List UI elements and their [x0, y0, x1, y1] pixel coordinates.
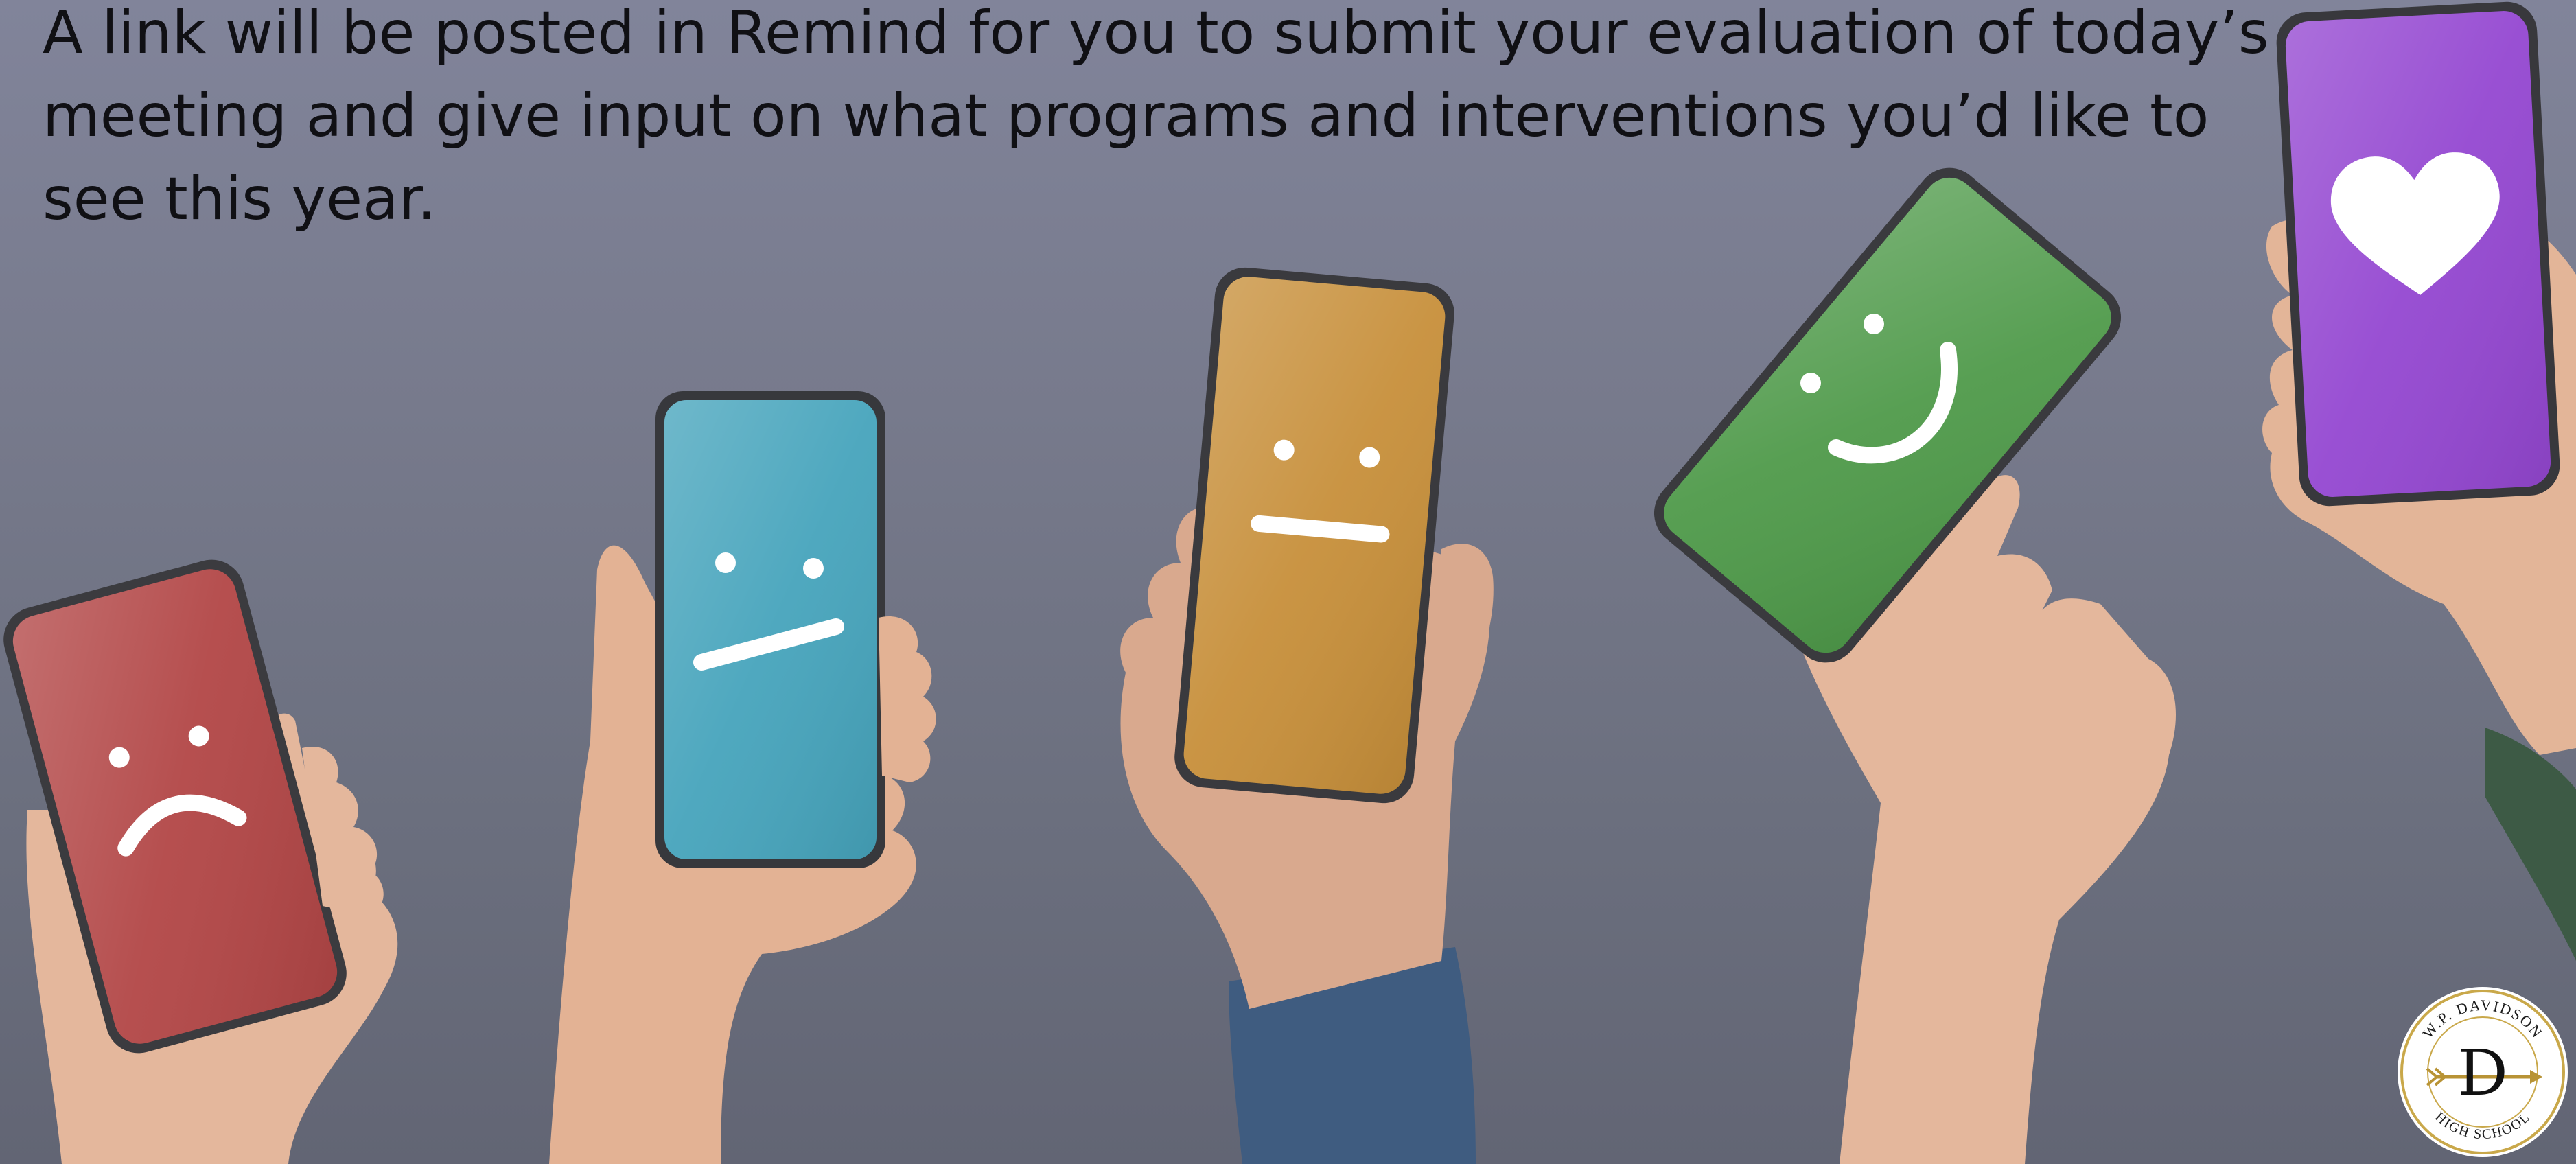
phone-unsure [549, 391, 936, 1164]
sleeve-5 [2485, 728, 2576, 961]
phone-love [2262, 1, 2576, 961]
logo-letter: D [2457, 1036, 2508, 1110]
school-logo: W.P. DAVIDSON HIGH SCHOOL D [2398, 987, 2568, 1157]
fingers-2 [879, 616, 936, 782]
phone-happy [1653, 167, 2176, 1164]
phone-sad [3, 559, 398, 1164]
thumb-3 [1435, 544, 1494, 686]
instructions-text: A link will be posted in Remind for you … [43, 0, 2269, 233]
slide: A link will be posted in Remind for you … [0, 0, 2576, 1164]
phone-neutral [1120, 267, 1494, 1164]
